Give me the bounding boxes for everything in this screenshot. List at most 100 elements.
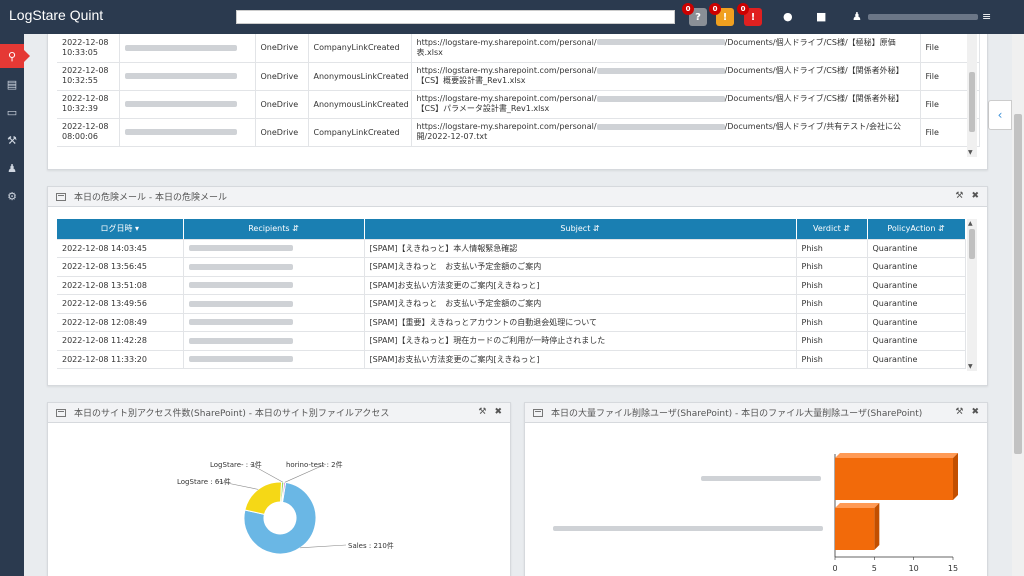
share-link-table: 2022-12-08 10:33:05 OneDrive CompanyLinkCre… [57, 34, 980, 147]
cell-subject: [SPAM]お支払い方法変更のご案内[えきねっと] [364, 350, 797, 369]
cell-recipient-redacted [183, 313, 365, 332]
scroll-down-arrow-icon[interactable]: ▼ [968, 363, 973, 370]
top-bar: LogStare Quint ? 0 ! 0 ! 0 ● ■ ♟ ≡ [0, 0, 1024, 34]
donut-slice[interactable] [244, 481, 283, 516]
warning-alert-count: 0 [709, 3, 721, 15]
redacted-recipient [188, 300, 293, 307]
chat-icon[interactable]: ■ [816, 10, 826, 23]
dangerous-mail-panel: 本日の危険メール - 本日の危険メール ⚒ ✖ ログ日時 ▾ Recipients… [47, 186, 988, 386]
table-row[interactable]: 2022-12-08 13:49:56 [SPAM]えきねっと お支払い予定金額の… [57, 294, 966, 314]
panel-header: 本日の大量ファイル削除ユーザ(SharePoint) - 本日のファイル大量削除… [525, 403, 987, 423]
cell-url: https://logstare-my.sharepoint.com/perso… [411, 90, 921, 119]
close-icon[interactable]: ✖ [971, 407, 979, 417]
column-header-recipients[interactable]: Recipients ⇵ [183, 219, 365, 240]
search-input[interactable] [236, 10, 675, 24]
alert-icon[interactable]: ● [783, 10, 793, 23]
redacted-category-label [553, 526, 823, 531]
cell-policy-action: Quarantine [867, 276, 966, 295]
wrench-icon[interactable]: ⚒ [478, 407, 486, 417]
table-row[interactable]: 2022-12-08 11:42:28 [SPAM]【えきねっと】現在カードのご利… [57, 331, 966, 351]
cell-policy-action: Quarantine [867, 294, 966, 314]
table-row[interactable]: 2022-12-08 10:32:55 OneDrive AnonymousLinkC… [57, 62, 980, 91]
question-alert-count: 0 [682, 3, 694, 15]
cell-recipient-redacted [183, 331, 365, 351]
cell-user-redacted [119, 118, 256, 147]
cell-datetime: 2022-12-08 08:00:06 [57, 118, 120, 147]
mail-table-scroll-thumb[interactable] [969, 229, 975, 259]
report-icon[interactable]: ▭ [0, 100, 24, 124]
cell-policy-action: Quarantine [867, 350, 966, 369]
dashboard-icon[interactable]: ▤ [0, 72, 24, 96]
table-row[interactable]: 2022-12-08 08:00:06 OneDrive CompanyLinkCre… [57, 118, 980, 147]
slice-label: horino-test : 2件 [286, 460, 343, 469]
close-icon[interactable]: ✖ [494, 407, 502, 417]
cell-verdict: Phish [796, 313, 868, 332]
redacted-url-part [596, 123, 725, 130]
redacted-recipient [188, 356, 293, 363]
table-row[interactable]: 2022-12-08 14:03:45 [SPAM]【えきねっと】本人情報緊急確認… [57, 239, 966, 258]
cell-datetime: 2022-12-08 10:32:39 [57, 90, 120, 119]
app-title[interactable]: LogStare Quint [9, 7, 103, 23]
cell-workload: OneDrive [255, 62, 309, 91]
wrench-icon[interactable]: ⚒ [955, 191, 963, 201]
bar-top-face [835, 503, 880, 508]
url-prefix: https://logstare-my.sharepoint.com/perso… [416, 66, 597, 75]
column-header-subject[interactable]: Subject ⇵ [364, 219, 797, 240]
cell-workload: OneDrive [255, 118, 309, 147]
panel-icon [56, 192, 66, 201]
table-row[interactable]: 2022-12-08 13:56:45 [SPAM]えきねっと お支払い予定金額の… [57, 257, 966, 277]
user-icon[interactable]: ♟ [852, 10, 862, 23]
bar-side-face [874, 503, 880, 550]
redacted-url-part [596, 67, 725, 74]
cell-recipient-redacted [183, 276, 365, 295]
user-name-redacted[interactable] [868, 14, 978, 20]
panel-title: 本日の危険メール - 本日の危険メール [74, 193, 227, 203]
wrench-icon[interactable]: ⚒ [955, 407, 963, 417]
table-row[interactable]: 2022-12-08 11:33:20 [SPAM]お支払い方法変更のご案内[えき… [57, 350, 966, 369]
sort-icon: ⇵ [592, 224, 600, 234]
page-scrollbar[interactable] [1012, 34, 1024, 576]
slice-label: Sales : 210件 [348, 541, 394, 550]
site-access-panel: 本日のサイト別アクセス件数(SharePoint) - 本日のサイト別ファイルア… [47, 402, 511, 576]
mail-table-scrollbar[interactable]: ▲ ▼ [967, 219, 977, 371]
cell-log-time: 2022-12-08 13:51:08 [57, 276, 184, 295]
bar[interactable] [835, 508, 875, 550]
column-header-verdict[interactable]: Verdict ⇵ [796, 219, 868, 240]
cell-date: 2022-12-08 [62, 66, 109, 75]
search-icon[interactable]: ⚲ [0, 44, 30, 68]
table-row[interactable]: 2022-12-08 12:08:49 [SPAM]【重要】えきねっとアカウントの… [57, 313, 966, 332]
cell-log-time: 2022-12-08 11:42:28 [57, 331, 184, 351]
bar[interactable] [835, 458, 953, 500]
menu-icon[interactable]: ≡ [982, 10, 991, 23]
table-row[interactable]: 2022-12-08 10:32:39 OneDrive AnonymousLinkC… [57, 90, 980, 119]
cell-log-time: 2022-12-08 11:33:20 [57, 350, 184, 369]
panel-header: 本日のサイト別アクセス件数(SharePoint) - 本日のサイト別ファイルア… [48, 403, 510, 423]
cell-policy-action: Quarantine [867, 239, 966, 258]
cell-time: 10:32:55 [62, 76, 98, 85]
column-header-policy-action[interactable]: PolicyAction ⇵ [867, 219, 966, 240]
cell-subject: [SPAM]お支払い方法変更のご案内[えきねっと] [364, 276, 797, 295]
wrench-icon[interactable]: ⚒ [0, 128, 24, 152]
scroll-up-arrow-icon[interactable]: ▲ [968, 220, 973, 227]
panel-icon [56, 408, 66, 417]
users-icon[interactable]: ♟ [0, 156, 24, 180]
column-header-log-time[interactable]: ログ日時 ▾ [57, 219, 184, 240]
slice-label: LogStare : 61件 [177, 477, 231, 486]
side-panel-toggle[interactable]: ‹ [988, 100, 1012, 130]
scroll-down-arrow-icon[interactable]: ▼ [968, 149, 973, 156]
redacted-url-part [596, 39, 725, 46]
panel-icon [533, 408, 543, 417]
close-icon[interactable]: ✖ [971, 191, 979, 201]
share-table-scrollbar[interactable]: ▼ [967, 34, 977, 157]
redacted-user [124, 129, 237, 135]
cell-time: 10:32:39 [62, 104, 98, 113]
settings-icon[interactable]: ⚙ [0, 184, 24, 208]
url-prefix: https://logstare-my.sharepoint.com/perso… [416, 122, 597, 131]
sidebar: ⚲ ▤ ▭ ⚒ ♟ ⚙ [0, 34, 30, 576]
page-scrollbar-thumb[interactable] [1014, 114, 1022, 454]
share-table-scroll-thumb[interactable] [969, 72, 975, 132]
cell-policy-action: Quarantine [867, 257, 966, 277]
redacted-recipient [188, 319, 293, 326]
table-row[interactable]: 2022-12-08 10:33:05 OneDrive CompanyLinkCre… [57, 34, 980, 63]
table-row[interactable]: 2022-12-08 13:51:08 [SPAM]お支払い方法変更のご案内[えき… [57, 276, 966, 295]
